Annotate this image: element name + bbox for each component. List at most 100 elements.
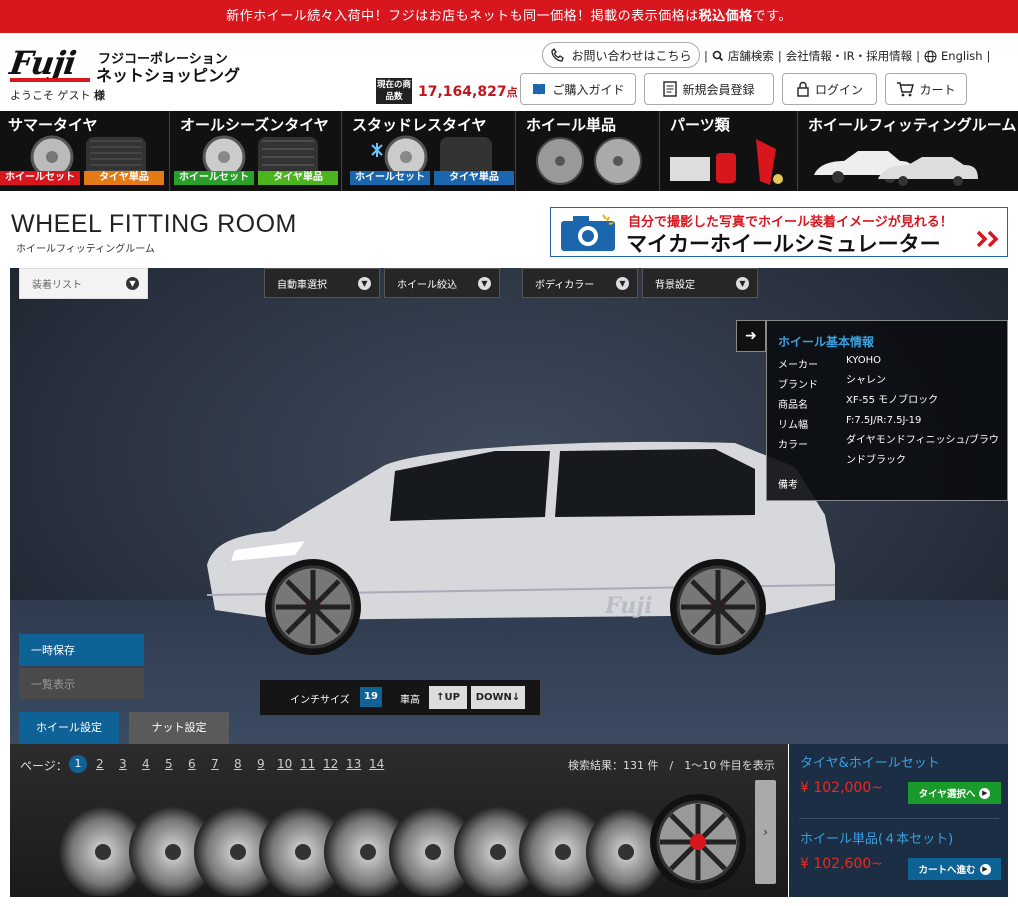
contact-button[interactable]: お問い合わせはこちら [542,42,700,68]
login-button[interactable]: ログイン [782,73,877,105]
store-search-link[interactable]: 店舗検索 [728,48,774,64]
background-dropdown[interactable]: 背景設定 ▼ [642,268,758,298]
page-link[interactable]: 6 [188,757,196,771]
page-link[interactable]: 14 [369,757,384,771]
page-title: WHEEL FITTING ROOM [11,210,297,238]
english-link[interactable]: English [941,49,983,63]
tag-tire-only[interactable]: タイヤ単品 [434,171,514,185]
cat-studless-tire[interactable]: スタッドレスタイヤ ホイールセット タイヤ単品 [344,111,516,191]
tag-wheel-set[interactable]: ホイールセット [174,171,254,185]
ride-height-label: 車高 [400,695,420,706]
chevron-right-icon: ▶ [979,787,991,799]
search-icon [712,50,724,62]
product-count-badge: 現在の商品数 [376,78,412,104]
info-key: 商品名 [778,400,808,411]
info-key: メーカー [778,360,818,371]
tab-wheel-settings[interactable]: ホイール設定 [19,712,119,744]
page-link[interactable]: 2 [96,757,104,771]
tag-wheel-set[interactable]: ホイールセット [0,171,80,185]
cat-summer-tire[interactable]: サマータイヤ ホイールセット タイヤ単品 [0,111,170,191]
page-link[interactable]: 7 [211,757,219,771]
pricing-divider [799,818,999,819]
dropdown-label: 装着リスト [32,280,82,291]
tag-tire-only[interactable]: タイヤ単品 [258,171,338,185]
cat-fitting-room[interactable]: ホイールフィッティングルーム [800,111,1018,191]
list-view-button[interactable]: 一覧表示 [19,668,144,699]
page-label: ページ： [20,759,68,773]
company-info-link[interactable]: 会社情報・IR・採用情報 [786,48,912,64]
welcome-text: ようこそ ゲスト 様 [10,87,105,103]
cart-label: カート [919,82,956,97]
body-color-dropdown[interactable]: ボディカラー ▼ [522,268,638,298]
contact-label: お問い合わせはこちら [571,48,692,63]
tag-tire-only[interactable]: タイヤ単品 [84,171,164,185]
welcome-prefix: ようこそ ゲスト [10,89,94,102]
wheel-thumb-selected[interactable] [650,794,746,890]
cart-button[interactable]: カート [885,73,967,105]
login-label: ログイン [814,82,863,97]
chevron-down-icon: ▼ [478,277,491,290]
dropdown-label: 背景設定 [655,279,695,291]
arrow-down-icon: ↓ [511,692,521,703]
cars-image [814,151,978,186]
select-tire-label: タイヤ選択へ [918,789,976,800]
tire-wheel-set-price: ¥ 102,000~ [800,780,883,796]
height-down-button[interactable]: DOWN↓ [471,686,525,709]
purchase-guide-button[interactable]: ご購入ガイド [520,73,636,105]
announcement-text: 新作ホイール続々入荷中！フジはお店もネットも同一価格！掲載の表示価格は [226,9,699,24]
cat-wheel-title: ホイール単品 [526,116,617,134]
fitting-list-dropdown[interactable]: 装着リスト ▼ [19,268,148,299]
dropdown-label: 自動車選択 [277,279,327,291]
page-link[interactable]: 8 [234,757,242,771]
wheel-only-title: ホイール単品(４本セット) [800,832,954,847]
car-select-dropdown[interactable]: 自動車選択 ▼ [264,268,380,298]
info-value: シャレン [846,375,886,386]
wheels-image [536,137,642,185]
lock-icon [797,81,809,97]
page-link[interactable]: 12 [323,757,338,771]
parts-image [670,139,783,185]
chevron-down-icon: ▼ [358,277,371,290]
page-link[interactable]: 4 [142,757,150,771]
next-wheels-button[interactable]: › [755,780,776,884]
page-link[interactable]: 9 [257,757,265,771]
page-link[interactable]: 3 [119,757,127,771]
info-key: リム幅 [778,420,808,431]
go-to-cart-label: カートへ進む [918,865,976,876]
cat-fitting-title: ホイールフィッティングルーム [808,116,1017,134]
cat-parts[interactable]: パーツ類 [662,111,798,191]
inch-size-value[interactable]: 19 [360,687,382,707]
cat-parts-title: パーツ類 [670,116,730,134]
register-button[interactable]: 新規会員登録 [644,73,774,105]
product-count-unit: 点 [506,86,518,99]
announcement-suffix: です。 [752,9,792,24]
info-value: KYOHO [846,355,882,366]
cat-allseason-tire[interactable]: オールシーズンタイヤ ホイールセット タイヤ単品 [172,111,342,191]
select-tire-button[interactable]: タイヤ選択へ ▶ [908,782,1001,804]
temp-save-button[interactable]: 一時保存 [19,634,144,666]
phone-icon [551,47,565,62]
height-up-button[interactable]: ↑UP [429,686,467,709]
page-link-active[interactable]: 1 [69,755,87,773]
book-icon [533,84,546,95]
wheel-thumbnails [59,794,746,896]
page-link[interactable]: 10 [277,757,292,771]
tag-wheel-set[interactable]: ホイールセット [350,171,430,185]
wheel-filter-dropdown[interactable]: ホイール絞込 ▼ [384,268,500,298]
chevron-down-icon: ▼ [616,277,629,290]
page-link[interactable]: 11 [300,757,315,771]
cat-wheel-only[interactable]: ホイール単品 [518,111,660,191]
info-key: 備考 [778,480,798,491]
page-link[interactable]: 5 [165,757,173,771]
chevron-down-icon: ▼ [126,277,139,290]
fuji-logo[interactable]: Fuji [7,44,77,82]
arrow-right-icon[interactable]: ➜ [736,320,766,352]
up-label: UP [444,692,460,703]
go-to-cart-button[interactable]: カートへ進む ▶ [908,858,1001,880]
product-count: 17,164,827点 [418,84,518,100]
double-chevron-right-icon [976,230,999,248]
cat-allseason-title: オールシーズンタイヤ [180,116,329,134]
page-link[interactable]: 13 [346,757,361,771]
globe-icon [924,50,937,62]
tab-nut-settings[interactable]: ナット設定 [129,712,229,744]
